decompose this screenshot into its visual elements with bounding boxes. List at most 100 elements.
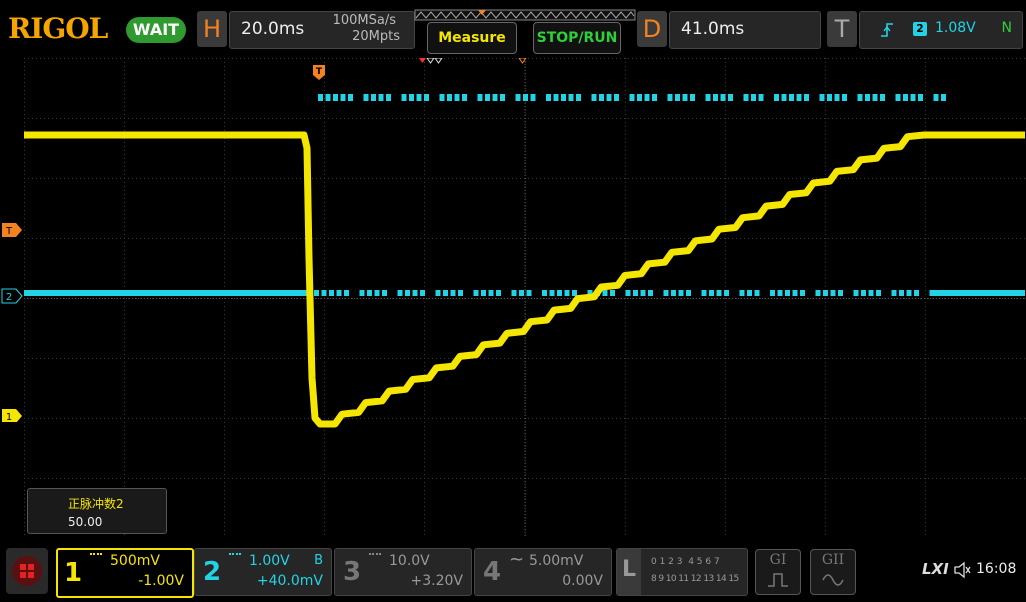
channel-2-number: 2 [203,557,222,587]
ch2-pulse-mark [910,94,916,101]
delay-panel[interactable]: 41.0ms [669,11,821,49]
white-marker-icon-2 [434,57,443,64]
ch2-pulse-mark [561,94,566,101]
ch2-pulse-mark [511,290,517,296]
trigger-time-marker-label: T [316,67,323,77]
ch2-pulse-mark [477,94,483,101]
waveform-display[interactable]: T 正脉冲数2 50.00 [24,57,1026,539]
generator-2-label: GII [821,552,845,568]
ch2-pulse-mark [599,94,604,101]
dc-coupling-icon [90,553,102,561]
measure-button[interactable]: Measure [427,22,517,54]
ch2-pulse-mark [781,94,787,101]
ch2-pulse-mark [789,94,794,101]
horizontal-menu-button[interactable]: H [197,11,227,47]
ch2-pulse-mark [481,290,486,296]
ch2-pulse-mark [823,290,828,296]
ch2-pulse-mark [868,290,874,296]
mute-icon[interactable] [953,561,971,579]
main-menu-button[interactable] [6,548,48,594]
ch2-pulse-mark [318,94,323,101]
delay-menu-button[interactable]: D [637,11,667,47]
ch2-pulse-mark [906,290,912,296]
ch2-pulse-mark [914,290,919,296]
measurement-box[interactable]: 正脉冲数2 50.00 [27,488,167,534]
ch2-pulse-mark [500,94,505,101]
ch2-pulse-mark [903,94,908,101]
ch2-offset-marker-label: 2 [6,292,12,303]
ch2-pulse-mark [450,290,456,296]
ch2-pulse-mark [572,290,577,296]
ch2-pulse-mark [918,94,923,101]
ch2-pulse-mark [382,290,387,296]
dc-coupling-icon [369,553,381,561]
ch2-pulse-mark [819,94,825,101]
ch2-pulse-mark [853,290,859,296]
ch2-pulse-mark [416,94,422,101]
ch2-pulse-mark [606,94,612,101]
stop-run-button[interactable]: STOP/RUN [533,22,621,54]
channel-1-scale: 500mV [110,553,160,569]
ch2-baseline-left [24,290,312,296]
ch2-pulse-mark [743,94,749,101]
ch2-pulse-mark [792,290,798,296]
ch2-pulse-mark [371,94,376,101]
ch2-pulse-mark [401,94,407,101]
ch2-pulse-mark [412,290,418,296]
ch2-pulse-mark [637,94,642,101]
top-markers: T [313,57,527,80]
ch2-pulse-mark [530,94,536,101]
measurement-value: 50.00 [68,515,103,529]
ch2-pulse-mark [682,94,688,101]
channel-4-panel[interactable]: 4 ~ 5.00mV 0.00V [474,548,612,596]
run-status-badge[interactable]: WAIT [126,17,186,43]
lxi-logo: LXI [922,560,949,578]
ch2-pulse-mark [542,290,547,296]
ch2-pulse-mark [439,94,445,101]
waveform-position-bar[interactable] [414,8,636,22]
ch2-pulse-mark [701,290,707,296]
trigger-level: 1.08V [935,20,976,36]
orange-marker-icon [518,57,527,64]
ch2-pulse-mark [644,94,650,101]
square-wave-icon [768,573,788,587]
trigger-panel[interactable]: 2 1.08V N [859,11,1023,49]
ch2-pulse-mark [941,94,946,101]
white-marker-icon [426,57,435,64]
ch2-pulse-mark [777,290,783,296]
ch2-pulse-mark [754,290,760,296]
memory-depth: 20Mpts [352,29,400,44]
channel-3-panel[interactable]: 3 10.0V +3.20V [334,548,472,596]
ch2-pulse-mark [629,94,635,101]
channel-3-number: 3 [343,557,362,587]
ch2-pulse-mark [576,94,581,101]
generator-2-button[interactable]: GII [810,549,856,595]
ch2-pulse-mark [861,290,866,296]
ch2-pulse-mark [675,94,680,101]
channel-2-panel[interactable]: 2 1.00V B +40.0mV [194,548,332,596]
ch2-pulse-mark [758,94,764,101]
ch2-pulse-mark [865,94,870,101]
channel-2-bandwidth-limit: B [314,553,323,568]
ch2-pulse-mark [690,94,695,101]
ch2-baseline-right [934,290,1025,296]
ch2-pulse-mark [568,94,574,101]
ch2-pulse-mark [386,94,391,101]
ch2-pulse-mark [329,290,334,296]
ch2-pulse-mark [838,290,843,296]
ch2-pulse-mark [591,94,597,101]
horizontal-panel[interactable]: 20.0ms 100MSa/s 20Mpts [229,11,415,49]
logic-analyzer-panel[interactable]: L 0 1 2 3 4 5 6 7 8 9 10 11 12 13 14 15 [616,548,748,596]
ch2-pulse-mark [458,290,463,296]
ch2-pulse-mark [397,290,403,296]
ch2-pulse-mark [363,94,369,101]
trigger-menu-button[interactable]: T [827,11,857,47]
channel-1-panel[interactable]: 1 500mV -1.00V [56,548,194,598]
ch2-pulse-mark [652,94,657,101]
ch2-pulse-mark [800,290,805,296]
generator-1-button[interactable]: GI [755,549,801,595]
channel-2-offset: +40.0mV [256,573,323,589]
ch2-pulse-mark [899,290,904,296]
ch2-pulse-mark [447,94,452,101]
ch2-pulse-mark [515,94,521,101]
